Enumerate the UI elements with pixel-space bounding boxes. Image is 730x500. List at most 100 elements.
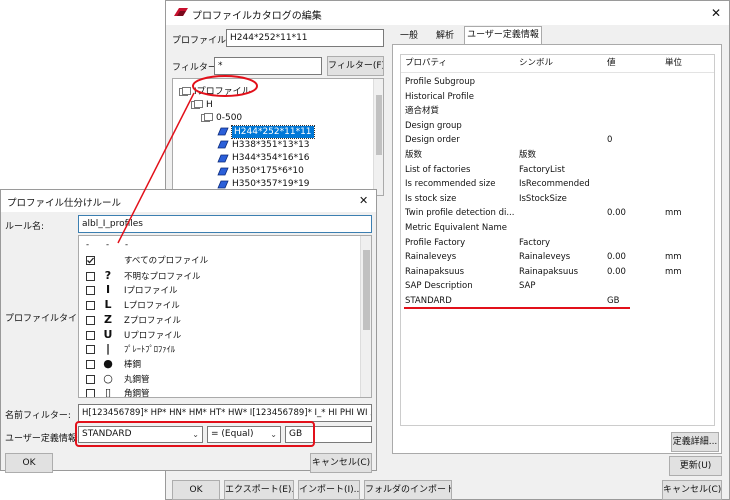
property-unit-cell[interactable] <box>665 90 713 105</box>
property-value-cell[interactable] <box>607 236 661 251</box>
tab-analysis[interactable]: 解析 <box>428 28 462 44</box>
property-property-cell[interactable]: Profile Subgroup <box>405 75 517 90</box>
tab-general[interactable]: 一般 <box>392 28 426 44</box>
profile-type-row[interactable]: ? 不明なプロファイル <box>86 269 201 284</box>
property-symbol-cell[interactable] <box>519 104 603 119</box>
profile-type-checkbox[interactable] <box>86 286 95 296</box>
profile-name-input[interactable]: H244*252*11*11 <box>226 29 384 47</box>
profile-type-checkbox[interactable] <box>86 345 95 355</box>
property-unit-cell[interactable] <box>665 104 713 119</box>
property-property-cell[interactable]: Metric Equivalent Name <box>405 221 517 236</box>
property-symbol-cell[interactable] <box>519 90 603 105</box>
profile-type-checkbox[interactable] <box>86 301 95 311</box>
profile-type-checkbox[interactable] <box>86 271 95 281</box>
property-property-cell[interactable]: Is stock size <box>405 192 517 207</box>
property-value-cell[interactable] <box>607 75 661 90</box>
property-symbol-cell[interactable]: SAP <box>519 279 603 294</box>
filter-button[interactable]: フィルター(F) <box>327 56 384 76</box>
property-value-cell[interactable] <box>607 192 661 207</box>
tree-folder-item[interactable]: 0-500 <box>201 111 242 125</box>
property-unit-cell[interactable] <box>665 294 713 309</box>
profile-type-row[interactable]: すべてのプロファイル <box>86 254 208 269</box>
tree-scroll-thumb[interactable] <box>376 95 382 155</box>
property-unit-cell[interactable] <box>665 148 713 163</box>
property-value-cell[interactable] <box>607 119 661 134</box>
profile-type-row[interactable]: ▯ 角鋼管 <box>86 386 150 397</box>
property-unit-cell[interactable] <box>665 221 713 236</box>
export-button[interactable]: エクスポート(E)... <box>224 480 294 500</box>
type-scrollbar[interactable] <box>360 236 371 397</box>
profile-type-row[interactable]: Z Zプロファイル <box>86 313 181 328</box>
property-unit-cell[interactable]: mm <box>665 265 713 280</box>
property-property-cell[interactable]: List of factories <box>405 163 517 178</box>
property-symbol-cell[interactable]: IsRecommended <box>519 177 603 192</box>
property-value-cell[interactable]: 0.00 <box>607 206 661 221</box>
property-symbol-cell[interactable] <box>519 75 603 90</box>
profile-type-row[interactable]: I Iプロファイル <box>86 283 178 298</box>
property-value-cell[interactable]: 0 <box>607 133 661 148</box>
property-symbol-cell[interactable] <box>519 119 603 134</box>
rule-name-input[interactable]: albl_I_profiles <box>78 215 372 233</box>
property-unit-cell[interactable]: mm <box>665 250 713 265</box>
property-value-cell[interactable]: 0.00 <box>607 250 661 265</box>
type-scroll-thumb[interactable] <box>363 250 370 330</box>
profile-type-checkbox[interactable] <box>86 359 95 369</box>
details-button[interactable]: 定義詳細... <box>671 432 719 452</box>
tree-scrollbar[interactable] <box>373 79 383 195</box>
property-symbol-cell[interactable] <box>519 133 603 148</box>
property-symbol-cell[interactable]: FactoryList <box>519 163 603 178</box>
tree-profile-item[interactable]: H344*354*16*16 <box>217 151 310 165</box>
property-symbol-cell[interactable]: Rainaleveys <box>519 250 603 265</box>
property-property-cell[interactable]: 版数 <box>405 148 517 163</box>
profile-type-checkbox[interactable] <box>86 374 95 384</box>
property-value-cell[interactable] <box>607 177 661 192</box>
property-property-cell[interactable]: Design order <box>405 133 517 148</box>
tree-folder-item[interactable]: Iプロファイル <box>179 85 251 99</box>
property-property-cell[interactable]: Rainapaksuus <box>405 265 517 280</box>
rule-ok-button[interactable]: OK <box>5 453 53 473</box>
profile-type-row[interactable]: L Lプロファイル <box>86 298 180 313</box>
property-unit-cell[interactable] <box>665 119 713 134</box>
catalog-ok-button[interactable]: OK <box>172 480 220 500</box>
property-unit-cell[interactable] <box>665 192 713 207</box>
header-symbol[interactable]: シンボル <box>519 56 553 71</box>
property-property-cell[interactable]: Rainaleveys <box>405 250 517 265</box>
property-property-cell[interactable]: Twin profile detection di... <box>405 206 517 221</box>
property-value-cell[interactable] <box>607 90 661 105</box>
profile-type-checkbox[interactable] <box>86 389 95 397</box>
tree-folder-item[interactable]: H <box>191 98 213 112</box>
profile-type-checkbox[interactable] <box>86 256 95 265</box>
property-unit-cell[interactable] <box>665 75 713 90</box>
property-property-cell[interactable]: SAP Description <box>405 279 517 294</box>
tab-user-defined[interactable]: ユーザー定義情報 <box>464 26 542 45</box>
property-unit-cell[interactable]: mm <box>665 206 713 221</box>
property-symbol-cell[interactable]: Rainapaksuus <box>519 265 603 280</box>
property-unit-cell[interactable] <box>665 279 713 294</box>
catalog-close-icon[interactable]: ✕ <box>711 6 721 20</box>
property-value-cell[interactable] <box>607 148 661 163</box>
profile-type-checkbox[interactable] <box>86 330 95 340</box>
property-unit-cell[interactable] <box>665 177 713 192</box>
update-button[interactable]: 更新(U) <box>669 456 722 476</box>
property-unit-cell[interactable] <box>665 133 713 148</box>
profile-type-row[interactable]: | ﾌﾟﾚｰﾄﾌﾟﾛﾌｧｲﾙ <box>86 342 175 357</box>
property-property-cell[interactable]: Historical Profile <box>405 90 517 105</box>
property-unit-cell[interactable] <box>665 163 713 178</box>
import-button[interactable]: インポート(I)... <box>298 480 360 500</box>
filter-input[interactable]: * <box>214 57 322 75</box>
property-value-cell[interactable] <box>607 279 661 294</box>
rule-cancel-button[interactable]: キャンセル(C) <box>310 453 372 473</box>
property-unit-cell[interactable] <box>665 236 713 251</box>
profile-type-row[interactable]: U Uプロファイル <box>86 328 181 343</box>
header-property[interactable]: プロパティ <box>405 56 447 71</box>
property-property-cell[interactable]: Is recommended size <box>405 177 517 192</box>
rule-close-icon[interactable]: ✕ <box>359 194 368 207</box>
property-property-cell[interactable]: Profile Factory <box>405 236 517 251</box>
tree-profile-item[interactable]: H338*351*13*13 <box>217 138 310 152</box>
header-value[interactable]: 値 <box>607 56 616 71</box>
property-value-cell[interactable] <box>607 163 661 178</box>
header-unit[interactable]: 単位 <box>665 56 682 71</box>
tree-profile-item[interactable]: H244*252*11*11 <box>217 124 315 139</box>
property-property-cell[interactable]: 適合材質 <box>405 104 517 119</box>
folder-import-button[interactable]: フォルダのインポート... <box>364 480 452 500</box>
